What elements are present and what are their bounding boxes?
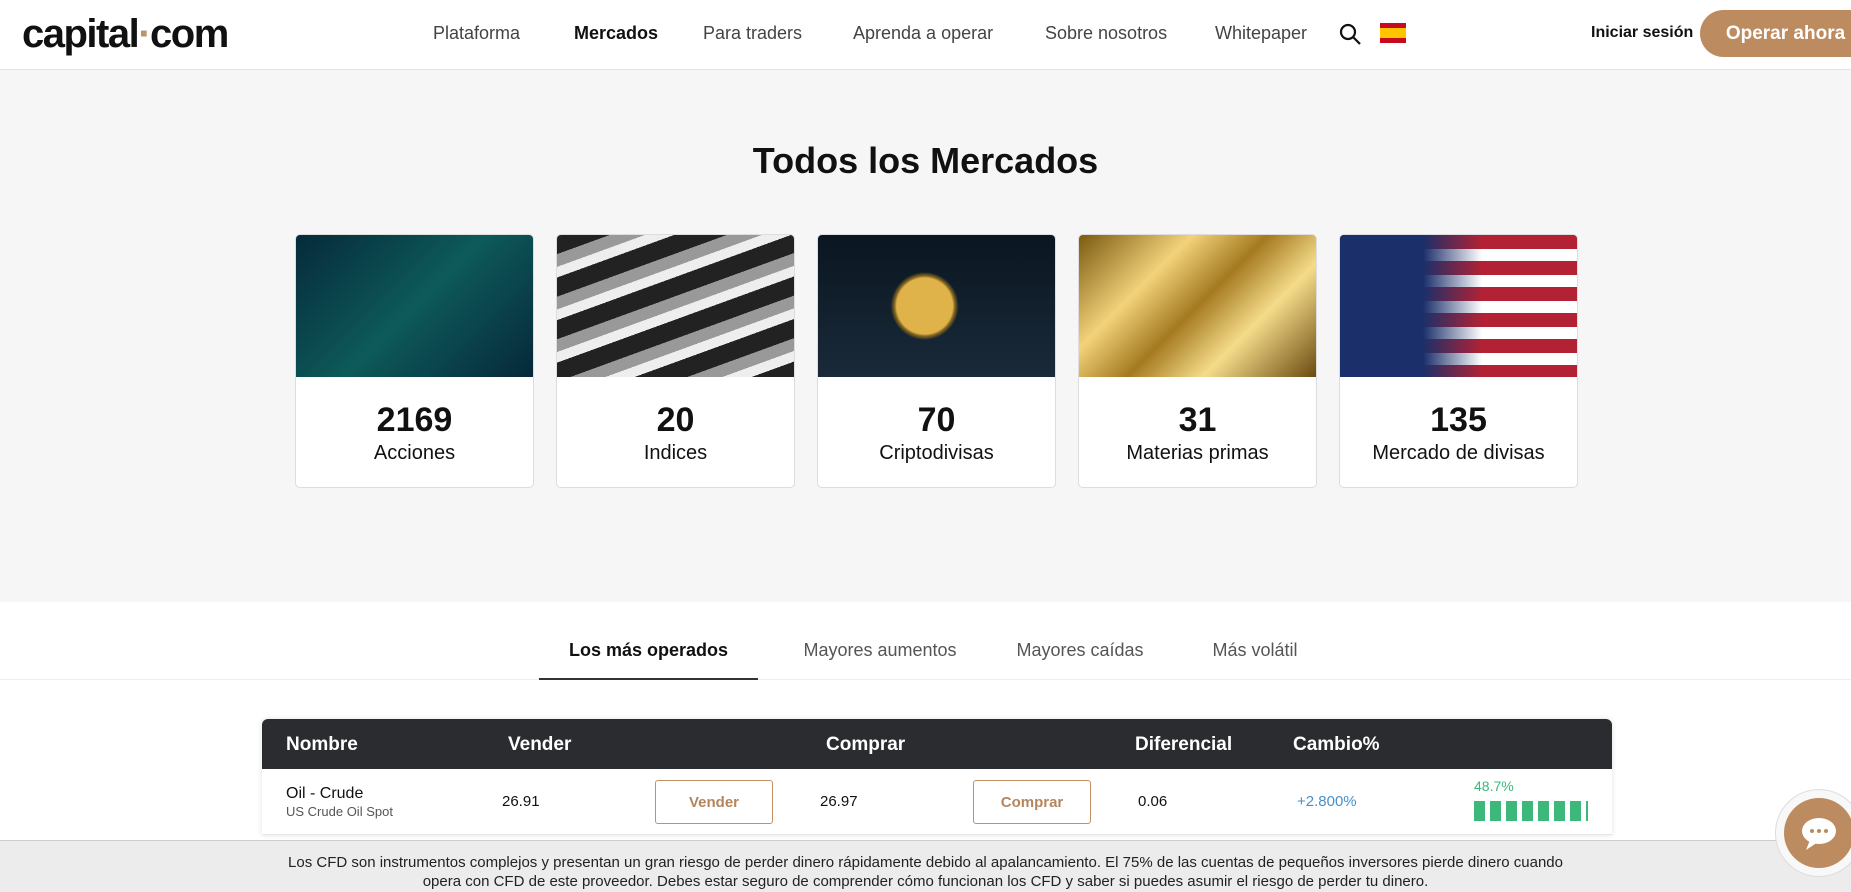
nav-sobre-nosotros[interactable]: Sobre nosotros: [1045, 23, 1167, 44]
card-count: 20: [656, 401, 695, 439]
page-title: Todos los Mercados: [752, 140, 1099, 181]
trade-now-button[interactable]: Operar ahora: [1700, 10, 1851, 57]
market-card-indices[interactable]: 20 Indices: [556, 234, 795, 488]
market-card-criptodivisas[interactable]: 70 Criptodivisas: [817, 234, 1056, 488]
card-label: Acciones: [373, 442, 456, 464]
col-comprar: Comprar: [826, 734, 906, 755]
card-count: 31: [1178, 401, 1217, 439]
card-label: Criptodivisas: [879, 442, 994, 464]
logo-suffix: com: [150, 12, 229, 56]
risk-disclaimer: Los CFD son instrumentos complejos y pre…: [0, 840, 1851, 892]
card-count: 135: [1430, 401, 1487, 439]
sentiment-percent: 48.7%: [1474, 778, 1514, 794]
col-diferencial: Diferencial: [1135, 734, 1233, 755]
col-nombre: Nombre: [286, 734, 358, 755]
sentiment-people-icon: [1474, 801, 1588, 821]
card-count: 70: [917, 401, 956, 439]
tab-mas-operados[interactable]: Los más operados: [539, 640, 758, 680]
market-card-materias-primas[interactable]: 31 Materias primas: [1078, 234, 1317, 488]
table-header: Nombre Vender Comprar Diferencial Cambio…: [262, 719, 1612, 769]
instrument-subname: US Crude Oil Spot: [286, 804, 393, 819]
gold-bars-image: [1079, 235, 1316, 377]
nav-para-traders[interactable]: Para traders: [703, 23, 802, 44]
tab-mayores-caidas[interactable]: Mayores caídas: [1000, 640, 1160, 680]
card-label: Materias primas: [1126, 442, 1269, 464]
disclaimer-text: Los CFD son instrumentos complejos y pre…: [288, 854, 1563, 890]
market-card-divisas[interactable]: 135 Mercado de divisas: [1339, 234, 1578, 488]
markets-table: Nombre Vender Comprar Diferencial Cambio…: [262, 719, 1612, 835]
sell-price: 26.91: [502, 793, 540, 810]
logo-dot: ·: [138, 12, 151, 56]
card-count: 2169: [376, 401, 453, 439]
login-link[interactable]: Iniciar sesión: [1591, 24, 1693, 42]
nav-mercados[interactable]: Mercados: [574, 23, 658, 44]
chat-bubble-icon: [1802, 818, 1836, 850]
instrument-name: Oil - Crude: [286, 785, 364, 802]
buy-price: 26.97: [820, 793, 858, 810]
col-vender: Vender: [508, 734, 572, 755]
chat-button[interactable]: [1784, 798, 1851, 868]
search-icon[interactable]: [1338, 22, 1362, 46]
buy-button[interactable]: Comprar: [973, 780, 1091, 824]
us-uk-flags-image: [1340, 235, 1577, 377]
nav-plataforma[interactable]: Plataforma: [433, 23, 520, 44]
card-label: Indices: [643, 442, 708, 464]
bitcoin-image: [818, 235, 1055, 377]
card-label: Mercado de divisas: [1372, 442, 1545, 464]
market-tabs: Los más operados Mayores aumentos Mayore…: [0, 640, 1851, 680]
nav-whitepaper[interactable]: Whitepaper: [1215, 23, 1307, 44]
logo-text: capital: [22, 12, 140, 56]
table-row[interactable]: Oil - Crude US Crude Oil Spot 26.91 Vend…: [262, 769, 1612, 835]
dow-jones-image: [557, 235, 794, 377]
market-card-acciones[interactable]: 2169 Acciones: [295, 234, 534, 488]
logo[interactable]: capital·com: [22, 12, 229, 57]
tab-mas-volatil[interactable]: Más volátil: [1200, 640, 1310, 680]
stocks-chart-image: [296, 235, 533, 377]
col-cambio: Cambio%: [1293, 734, 1380, 755]
spread-value: 0.06: [1138, 793, 1168, 810]
change-value: +2.800%: [1297, 793, 1357, 810]
spain-flag-icon[interactable]: [1380, 23, 1406, 43]
tab-mayores-aumentos[interactable]: Mayores aumentos: [780, 640, 980, 680]
sell-button[interactable]: Vender: [655, 780, 773, 824]
nav-aprenda-a-operar[interactable]: Aprenda a operar: [853, 23, 993, 44]
top-header: capital·com Plataforma Mercados Para tra…: [0, 0, 1851, 70]
